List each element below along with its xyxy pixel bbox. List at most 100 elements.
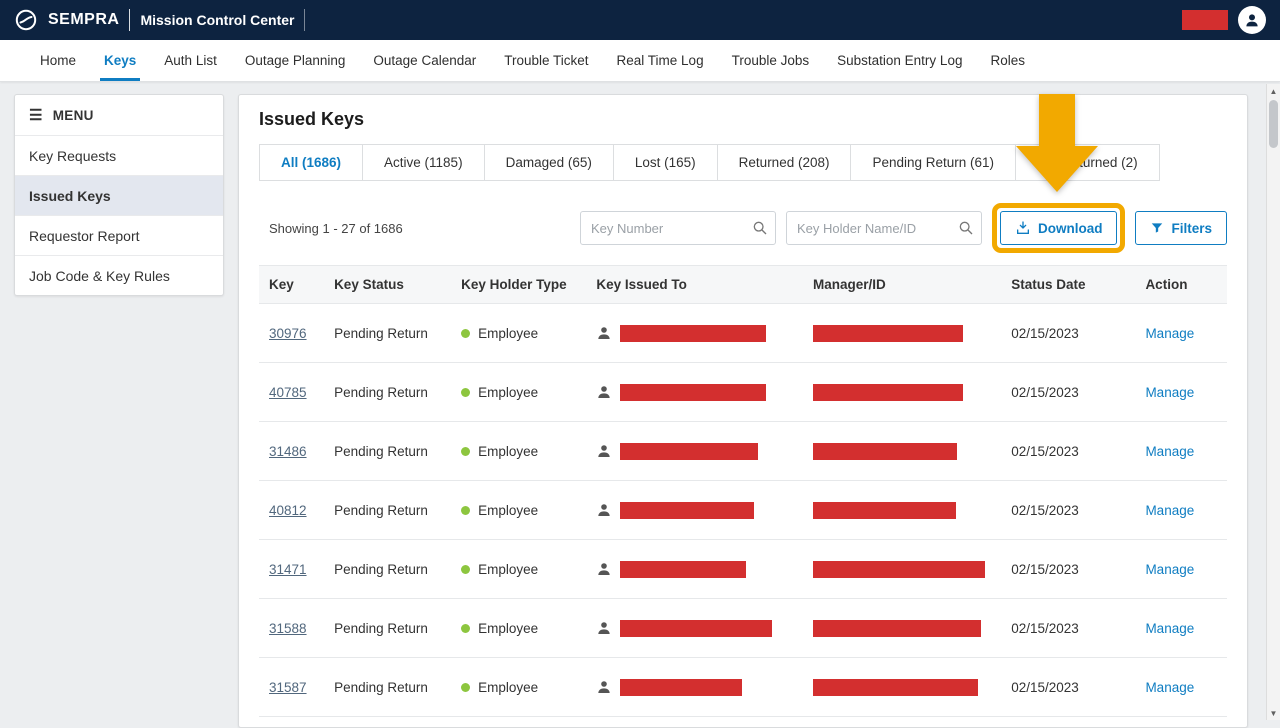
person-icon [596, 679, 612, 695]
cell-manager-id [803, 422, 1001, 481]
cell-key: 31486 [259, 422, 324, 481]
cell-key-issued-to [586, 540, 803, 599]
cell-manager-id [803, 481, 1001, 540]
table-row: 31486Pending ReturnEmployee02/15/2023Man… [259, 422, 1227, 481]
sidebar-item-job-code-key-rules[interactable]: Job Code & Key Rules [15, 255, 223, 295]
nav-item-real-time-log[interactable]: Real Time Log [617, 40, 704, 81]
sidebar-item-issued-keys[interactable]: Issued Keys [15, 175, 223, 215]
sidebar-item-requestor-report[interactable]: Requestor Report [15, 215, 223, 255]
manage-link[interactable]: Manage [1145, 503, 1194, 518]
redacted-key-holder-name [620, 443, 758, 460]
cell-key-status: Pending Return [324, 540, 451, 599]
brand-name: SEMPRA [48, 11, 119, 29]
column-header-action: Action [1135, 266, 1227, 304]
cell-key-issued-to [586, 422, 803, 481]
redacted-manager-name [813, 561, 985, 578]
key-number-search [580, 211, 776, 245]
redacted-key-holder-name [620, 561, 746, 578]
scrollbar[interactable]: ▲ ▼ [1266, 84, 1280, 720]
tab-pending-return-61[interactable]: Pending Return (61) [850, 144, 1016, 181]
cell-manager-id [803, 304, 1001, 363]
tab-damaged-65[interactable]: Damaged (65) [484, 144, 614, 181]
sidebar-item-key-requests[interactable]: Key Requests [15, 135, 223, 175]
sidebar: ☰ MENU Key RequestsIssued KeysRequestor … [14, 94, 224, 296]
search-icon [958, 220, 974, 236]
nav-item-home[interactable]: Home [40, 40, 76, 81]
scrollbar-thumb[interactable] [1269, 100, 1278, 148]
nav-item-roles[interactable]: Roles [990, 40, 1025, 81]
cell-key-status: Pending Return [324, 658, 451, 717]
manage-link[interactable]: Manage [1145, 621, 1194, 636]
redacted-key-holder-name [620, 325, 766, 342]
status-dot-icon [461, 565, 470, 574]
cell-action: Manage [1135, 599, 1227, 658]
holder-type-label: Employee [478, 385, 538, 400]
manage-link[interactable]: Manage [1145, 385, 1194, 400]
key-link[interactable]: 31588 [269, 621, 307, 636]
redacted-key-holder-name [620, 502, 754, 519]
holder-type-label: Employee [478, 503, 538, 518]
manage-link[interactable]: Manage [1145, 444, 1194, 459]
nav-item-outage-calendar[interactable]: Outage Calendar [373, 40, 476, 81]
status-dot-icon [461, 624, 470, 633]
cell-holder-type: Employee [451, 540, 586, 599]
download-button[interactable]: Download [1000, 211, 1118, 245]
tab-active-1185[interactable]: Active (1185) [362, 144, 485, 181]
tab-not-returned-2[interactable]: Not Returned (2) [1015, 144, 1160, 181]
cell-key: 30976 [259, 304, 324, 363]
cell-action: Manage [1135, 540, 1227, 599]
manage-link[interactable]: Manage [1145, 562, 1194, 577]
page-title: Issued Keys [259, 109, 1227, 130]
cell-key: 31471 [259, 540, 324, 599]
nav-item-substation-entry-log[interactable]: Substation Entry Log [837, 40, 962, 81]
cell-key: 31588 [259, 599, 324, 658]
divider [129, 9, 130, 31]
filters-button[interactable]: Filters [1135, 211, 1227, 245]
cell-holder-type: Employee [451, 658, 586, 717]
tab-returned-208[interactable]: Returned (208) [717, 144, 852, 181]
issued-keys-table: KeyKey StatusKey Holder TypeKey Issued T… [259, 265, 1227, 717]
key-link[interactable]: 40785 [269, 385, 307, 400]
table-body: 30976Pending ReturnEmployee02/15/2023Man… [259, 304, 1227, 717]
key-link[interactable]: 31486 [269, 444, 307, 459]
nav-item-auth-list[interactable]: Auth List [164, 40, 217, 81]
nav-item-trouble-ticket[interactable]: Trouble Ticket [504, 40, 588, 81]
column-header-key-holder-type: Key Holder Type [451, 266, 586, 304]
key-holder-input[interactable] [786, 211, 982, 245]
person-icon [596, 325, 612, 341]
scroll-up-icon[interactable]: ▲ [1267, 84, 1280, 98]
cell-manager-id [803, 599, 1001, 658]
cell-action: Manage [1135, 481, 1227, 540]
cell-status-date: 02/15/2023 [1001, 304, 1135, 363]
manage-link[interactable]: Manage [1145, 326, 1194, 341]
column-header-key-issued-to: Key Issued To [586, 266, 803, 304]
tab-all-1686[interactable]: All (1686) [259, 144, 363, 181]
sempra-logo-icon [14, 8, 38, 32]
sidebar-items: Key RequestsIssued KeysRequestor ReportJ… [15, 135, 223, 295]
download-icon [1015, 220, 1031, 236]
manage-link[interactable]: Manage [1145, 680, 1194, 695]
nav-item-trouble-jobs[interactable]: Trouble Jobs [732, 40, 810, 81]
holder-type-label: Employee [478, 444, 538, 459]
nav-item-outage-planning[interactable]: Outage Planning [245, 40, 346, 81]
tab-lost-165[interactable]: Lost (165) [613, 144, 718, 181]
key-number-input[interactable] [580, 211, 776, 245]
cell-status-date: 02/15/2023 [1001, 599, 1135, 658]
cell-status-date: 02/15/2023 [1001, 363, 1135, 422]
person-icon [596, 561, 612, 577]
scroll-down-icon[interactable]: ▼ [1267, 706, 1280, 720]
nav-item-keys[interactable]: Keys [104, 40, 136, 81]
sidebar-menu-header[interactable]: ☰ MENU [15, 95, 223, 135]
user-avatar[interactable] [1238, 6, 1266, 34]
table-row: 31471Pending ReturnEmployee02/15/2023Man… [259, 540, 1227, 599]
key-link[interactable]: 31587 [269, 680, 307, 695]
divider [304, 9, 305, 31]
key-link[interactable]: 31471 [269, 562, 307, 577]
cell-manager-id [803, 363, 1001, 422]
cell-key-issued-to [586, 599, 803, 658]
key-link[interactable]: 40812 [269, 503, 307, 518]
column-header-manager-id: Manager/ID [803, 266, 1001, 304]
table-row: 31588Pending ReturnEmployee02/15/2023Man… [259, 599, 1227, 658]
key-link[interactable]: 30976 [269, 326, 307, 341]
person-icon [596, 620, 612, 636]
